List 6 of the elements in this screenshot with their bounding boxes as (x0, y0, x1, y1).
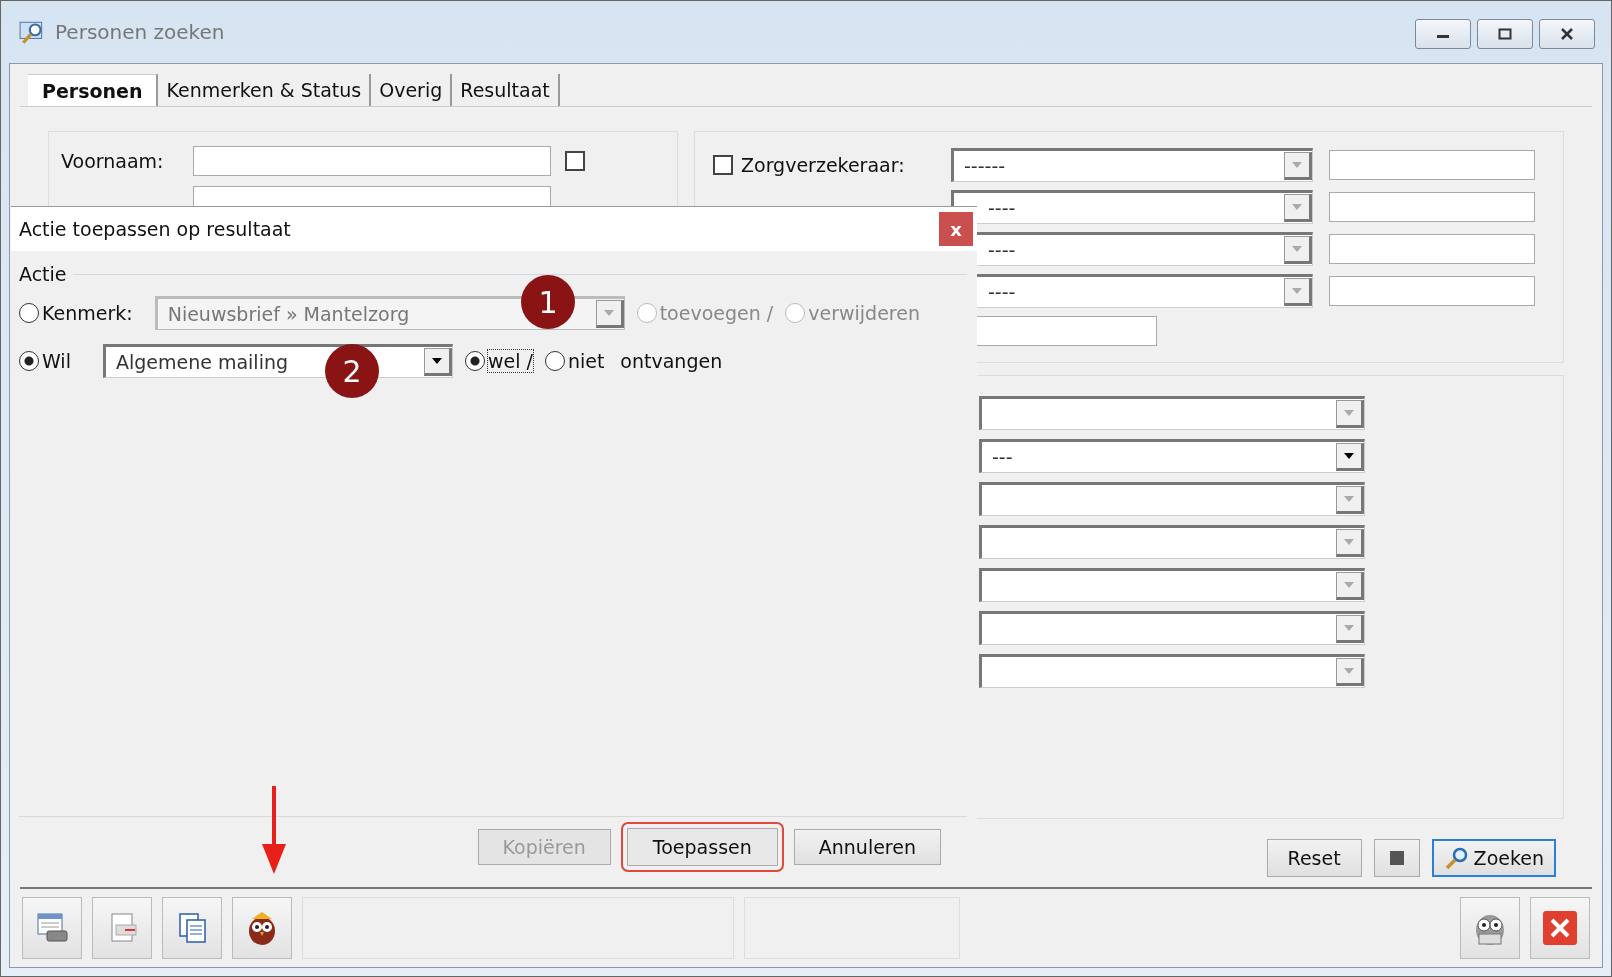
group-label: Actie (19, 263, 67, 285)
dialog-title: Actie toepassen op resultaat (19, 218, 291, 240)
option-label: ontvangen (620, 350, 723, 372)
field-label: Zorgverzekeraar: (741, 154, 905, 176)
window-title: Personen zoeken (55, 20, 225, 44)
field-label: Voornaam: (61, 150, 164, 172)
